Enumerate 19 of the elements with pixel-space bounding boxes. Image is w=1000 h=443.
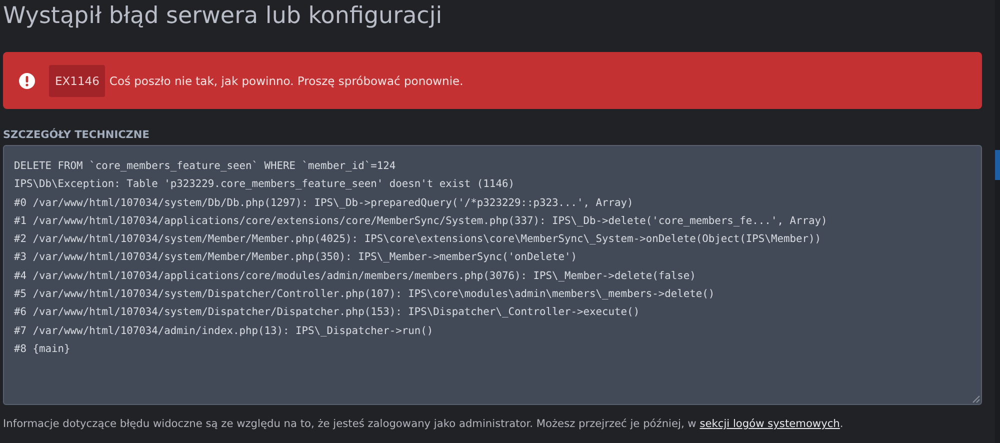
trace-line: IPS\Db\Exception: Table 'p323229.core_members_feature_seen' doesn't exist (1146) bbox=[14, 177, 516, 192]
trace-line: #8 {main} bbox=[14, 342, 72, 357]
error-message: Coś poszło nie tak, jak powinno. Proszę spróbować ponownie. bbox=[109, 74, 464, 88]
trace-line: DELETE FROM `core_members_feature_seen` WHERE `member_id`=124 bbox=[14, 159, 397, 174]
trace-line: #3 /var/www/html/107034/system/Member/Member.php(350): IPS\_Member->memberSync('onDelete') bbox=[14, 250, 578, 266]
section-label: SZCZEGÓŁY TECHNICZNE bbox=[3, 129, 150, 143]
page-title: Wystąpił błąd serwera lub konfiguracji bbox=[3, 2, 444, 31]
footer-note: Informacje dotyczące błędu widoczne są ze względu na to, że jesteś zalogowany jako administrator. Możesz przejrzeć je później, w sekcji logów systemowych. bbox=[3, 418, 844, 430]
trace-line: #1 /var/www/html/107034/applications/core/extensions/core/MemberSync/System.php(337): IPS\_Db->delete('core_members_fe...', Array) bbox=[14, 214, 828, 229]
trace-line: #5 /var/www/html/107034/system/Dispatcher/Controller.php(107): IPS\core\modules\admin\members\_members->delete() bbox=[14, 287, 716, 302]
trace-line: #7 /var/www/html/107034/admin/index.php(13): IPS\_Dispatcher->run() bbox=[14, 324, 434, 339]
trace-line: #0 /var/www/html/107034/system/Db/Db.php(1297): IPS\_Db->preparedQuery('/*p323229::p323...', Array) bbox=[14, 196, 634, 211]
trace-line: #6 /var/www/html/107034/system/Dispatcher/Dispatcher.php(153): IPS\Dispatcher\_Controller->execute() bbox=[14, 305, 641, 320]
trace-line: #4 /var/www/html/107034/applications/core/modules/admin/members/members.php(3076): IPS\_Member->delete(false) bbox=[14, 268, 697, 284]
error-code-badge: EX1146 bbox=[49, 64, 106, 96]
resize-handle-icon[interactable] bbox=[972, 395, 980, 403]
trace-line: #2 /var/www/html/107034/system/Member/Member.php(4025): IPS\core\extensions\core\MemberSync\_System->onDelete(Object(IPS\Member)) bbox=[14, 232, 822, 248]
exclamation-icon bbox=[19, 72, 35, 88]
system-logs-link[interactable]: sekcji logów systemowych bbox=[700, 418, 840, 430]
